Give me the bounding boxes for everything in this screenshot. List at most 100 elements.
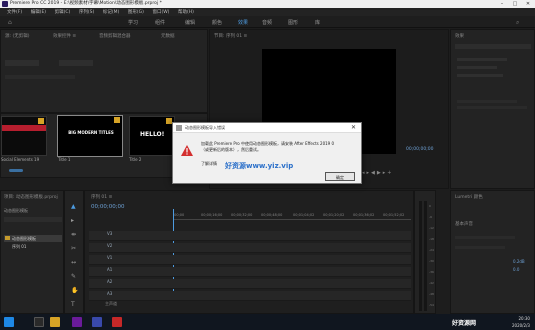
track-label[interactable]: V3	[107, 231, 112, 236]
ruler-tick: 00;01;52;02	[383, 213, 405, 217]
minimize-icon[interactable]: –	[496, 0, 508, 8]
close-icon[interactable]: ✕	[522, 0, 534, 8]
track-select-icon[interactable]: ▸	[71, 217, 79, 224]
tab-program[interactable]: 节目: 序列 01 ≡	[214, 33, 247, 39]
workspace-editing[interactable]: 编辑	[185, 19, 195, 26]
bin-item-mogrt[interactable]: 动态图形模板	[4, 235, 62, 242]
zoom-slider[interactable]	[9, 169, 23, 172]
track-label[interactable]: A1	[107, 267, 112, 272]
error-dialog: 动态图形模板导入错误 ✕ 加载此 Premiere Pro 中使用动态图形模板，…	[172, 122, 362, 184]
taskbar-brand: 好资源网	[452, 320, 477, 327]
effects-search[interactable]	[455, 44, 531, 49]
bin-item-sequence[interactable]: 序列 01	[4, 244, 26, 250]
workspace-assembly[interactable]: 组件	[155, 19, 165, 26]
window-title: Premiere Pro CC 2019 - E:\视频素材\字幕\Motion…	[10, 1, 162, 6]
tab-lumetri[interactable]: Lumetri 颜色	[455, 194, 483, 200]
thumb-social-elements[interactable]	[1, 116, 47, 156]
source-row	[5, 75, 75, 79]
workspace-learning[interactable]: 学习	[128, 19, 138, 26]
track-list: V3 V2 V1 A1 A2 A3	[89, 231, 411, 303]
track-label[interactable]: V2	[107, 243, 112, 248]
thumb-title-1[interactable]: BIG MODERN TITLES	[57, 115, 123, 157]
transport-controls[interactable]: ◂▸◀▶▸+	[362, 170, 393, 176]
mogrt-badge-icon	[114, 117, 120, 123]
tab-source[interactable]: 源: (无剪辑)	[5, 33, 29, 39]
premiere-app-icon	[2, 1, 8, 7]
audio-meter: 0 -6 -12 -18 -24 -30 -36 -42 -48 -54	[414, 190, 436, 314]
ae-icon[interactable]	[92, 317, 102, 327]
window-titlebar: Premiere Pro CC 2019 - E:\视频素材\字幕\Motion…	[0, 0, 535, 8]
lumetri-panel: Lumetri 颜色 基本声音 0.2dB 0.0	[450, 190, 535, 314]
ruler-tick: 00;01;04;02	[293, 213, 315, 217]
value-readout-a[interactable]: 0.2dB	[513, 259, 525, 264]
value-readout-b[interactable]: 0.0	[513, 267, 519, 272]
effects-item[interactable]	[457, 74, 503, 77]
taskbar: 好资源网 20:30 2020/2/3	[0, 314, 535, 330]
track-label[interactable]: A3	[107, 291, 112, 296]
tab-metadata[interactable]: 元数据	[161, 33, 175, 39]
ruler-tick: ;00;00	[173, 213, 185, 217]
workspace-color[interactable]: 颜色	[212, 19, 222, 26]
app-icon[interactable]	[112, 317, 122, 327]
premiere-icon[interactable]	[72, 317, 82, 327]
watermark: 好资源www.yiz.vip	[225, 162, 294, 170]
effects-info	[457, 106, 527, 109]
timeline-timecode[interactable]: 00;00;00;00	[91, 204, 125, 210]
thumb-red-stripe	[2, 125, 46, 131]
type-tool-icon[interactable]: T	[71, 301, 79, 308]
dialog-close-icon[interactable]: ✕	[351, 124, 356, 131]
tab-sequence[interactable]: 序列 01 ≡	[91, 194, 112, 200]
tab-project[interactable]: 项目: 动态图形模板.prproj	[4, 194, 58, 200]
track-label[interactable]: V1	[107, 255, 112, 260]
time-ruler[interactable]: ;00;00 00;00;16;00 00;00;32;00 00;00;48;…	[173, 213, 411, 220]
thumb-label-1: Social Elements 19	[1, 157, 40, 162]
thumb-title-2[interactable]: HELLO!	[129, 116, 175, 156]
ruler-tick: 00;01;36;02	[353, 213, 375, 217]
tab-effects[interactable]: 效果	[455, 33, 464, 39]
source-panel: 源: (无剪辑) 效果控件 ≡ 音频剪辑混合器 元数据	[0, 29, 208, 113]
start-icon[interactable]	[4, 317, 14, 327]
bin-path: 动态图形模板	[4, 208, 28, 213]
ripple-edit-icon[interactable]: ⇹	[71, 231, 79, 238]
folder-icon[interactable]	[50, 317, 60, 327]
program-timecode[interactable]: 00;00;00;00	[406, 147, 433, 152]
menu-bar: 文件(F) 编辑(E) 剪辑(C) 序列(S) 标记(M) 图形(G) 窗口(W…	[0, 8, 535, 16]
workspace-audio[interactable]: 音频	[262, 19, 272, 26]
dialog-title: 动态图形模板导入错误	[173, 123, 361, 133]
selection-tool-icon[interactable]: ▲	[71, 203, 79, 210]
panel-row	[455, 236, 515, 239]
ok-button[interactable]: 确定	[325, 172, 355, 181]
bin-search[interactable]	[4, 217, 62, 222]
ruler-tick: 00;00;32;00	[231, 213, 253, 217]
razor-tool-icon[interactable]: ✂	[71, 245, 79, 252]
tools-panel: ▲ ▸ ⇹ ✂ ↔ ✎ ✋ T	[64, 190, 84, 314]
master-track-label: 主声道	[105, 301, 117, 306]
search-icon[interactable]: ⌕	[516, 19, 524, 26]
workspace-libraries[interactable]: 库	[315, 19, 320, 26]
tab-audio-mixer[interactable]: 音频剪辑混合器	[99, 33, 131, 39]
tab-effect-controls[interactable]: 效果控件 ≡	[53, 33, 76, 39]
tab-essential-sound[interactable]: 基本声音	[455, 221, 473, 227]
ruler-tick: 00;00;16;00	[201, 213, 223, 217]
maximize-icon[interactable]: □	[509, 0, 521, 8]
timeline-panel: 序列 01 ≡ 00;00;00;00 ;00;00 00;00;16;00 0…	[84, 190, 414, 314]
effects-item[interactable]	[457, 66, 497, 69]
hand-tool-icon[interactable]: ✋	[71, 287, 79, 294]
taskbar-app-icon[interactable]	[34, 317, 44, 327]
source-field-a[interactable]	[5, 60, 39, 66]
track-label[interactable]: A2	[107, 279, 112, 284]
effects-item[interactable]	[457, 58, 507, 61]
workspace-graphics[interactable]: 图形	[288, 19, 298, 26]
mogrt-badge-icon	[38, 118, 44, 124]
source-field-b[interactable]	[59, 60, 93, 66]
taskbar-clock[interactable]: 20:30 2020/2/3	[512, 315, 530, 329]
slip-tool-icon[interactable]: ↔	[71, 259, 79, 266]
home-icon[interactable]: ⌂	[8, 19, 16, 26]
dialog-learn-more[interactable]: 了解详情	[201, 161, 217, 167]
workspace-effects[interactable]: 效果	[238, 19, 248, 26]
pen-tool-icon[interactable]: ✎	[71, 273, 79, 280]
workspace-bar: ⌂ 学习 组件 编辑 颜色 效果 音频 图形 库 ⌕	[0, 16, 535, 28]
thumb-label-3: Title 2	[129, 157, 142, 162]
ruler-tick: 00;00;48;00	[261, 213, 283, 217]
dialog-line-2: （或更新后的版本），然后重试。	[201, 147, 261, 152]
